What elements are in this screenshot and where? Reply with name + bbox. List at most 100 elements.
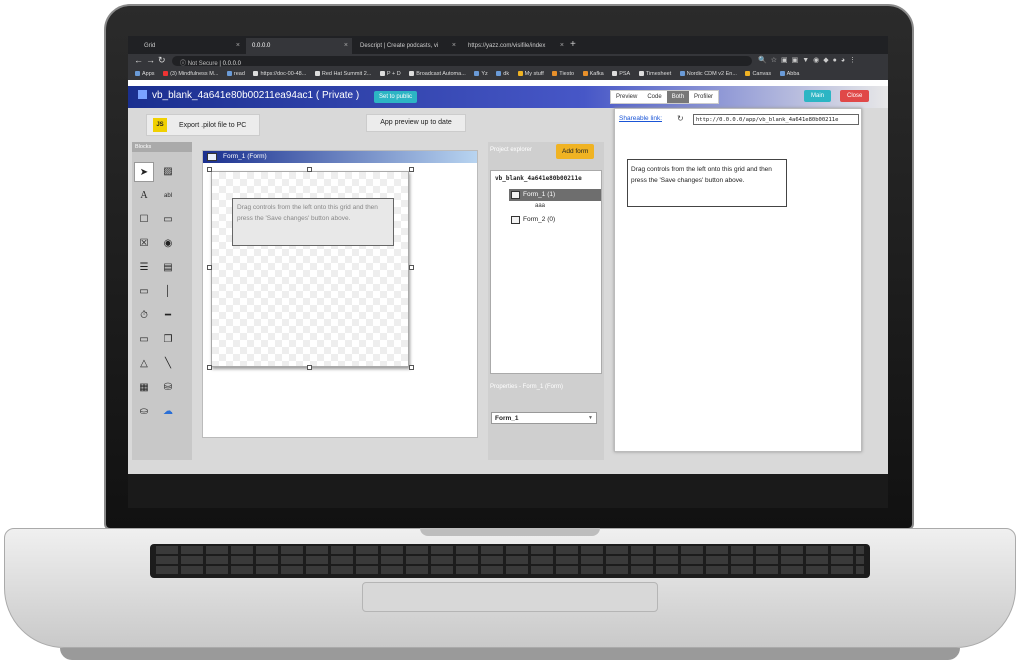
add-form-button[interactable]: Add form: [556, 144, 595, 159]
bookmarks-bar: Apps (3) Mindfulness M... read https://d…: [128, 68, 888, 80]
properties-panel: Properties - Form_1 (Form) Form_1 ▼: [488, 376, 604, 460]
tab-code[interactable]: Code: [642, 91, 666, 103]
line-thick-icon[interactable]: ━: [158, 306, 178, 326]
resize-handle[interactable]: [307, 167, 312, 172]
app-title: vb_blank_4a641e80b00211ea94ac1 ( Private…: [138, 90, 359, 101]
explorer-root[interactable]: vb_blank_4a641e80b00211e: [495, 175, 582, 182]
tab-profiler[interactable]: Profiler: [689, 91, 718, 103]
extension-icons[interactable]: 🔍☆▣▣▼◉◆●◕⋮: [758, 56, 860, 64]
bookmark[interactable]: Tiesto: [552, 68, 574, 80]
bookmark[interactable]: P + D: [379, 68, 401, 80]
close-icon[interactable]: ×: [452, 42, 456, 49]
view-tabs: Preview Code Both Profiler: [610, 90, 720, 104]
form-title: Form_1 (Form): [223, 153, 267, 160]
bookmark[interactable]: Timesheet: [638, 68, 671, 80]
bookmark[interactable]: Yz: [474, 68, 488, 80]
back-icon[interactable]: ←: [134, 55, 143, 65]
bookmark[interactable]: Red Hat Summit 2...: [314, 68, 371, 80]
app-header: vb_blank_4a641e80b00211ea94ac1 ( Private…: [128, 86, 888, 108]
line-icon[interactable]: ╲: [158, 354, 178, 374]
list-icon[interactable]: ☰: [134, 258, 154, 278]
close-icon[interactable]: ×: [560, 42, 564, 49]
tab-label: Descript | Create podcasts, vi: [360, 43, 439, 49]
browser-tab[interactable]: https://yazz.com/visifile/index ×: [462, 38, 568, 54]
close-box-icon[interactable]: ☒: [134, 234, 154, 254]
refresh-icon[interactable]: ↻: [677, 114, 684, 123]
properties-select[interactable]: Form_1 ▼: [491, 412, 597, 424]
bookmark[interactable]: PSA: [612, 68, 630, 80]
database-icon[interactable]: ⛁: [158, 378, 178, 398]
close-icon[interactable]: ×: [236, 42, 240, 49]
bookmark[interactable]: My stuff: [517, 68, 544, 80]
tab-label: https://yazz.com/visifile/index: [468, 43, 546, 49]
bookmark[interactable]: Kafka: [582, 68, 604, 80]
app-preview-status-button[interactable]: App preview up to date: [366, 114, 466, 132]
bookmark[interactable]: dk: [496, 68, 509, 80]
form-icon: [511, 216, 520, 224]
security-label: Not Secure: [187, 61, 218, 67]
pointer-icon[interactable]: ➤: [134, 162, 154, 182]
copy-icon[interactable]: ❐: [158, 330, 178, 350]
tab-both[interactable]: Both: [666, 91, 690, 103]
info-icon[interactable]: ⓘ: [180, 61, 186, 67]
slider-icon[interactable]: │: [158, 282, 178, 302]
set-public-button[interactable]: Set to public: [374, 91, 418, 103]
browser-tab-active[interactable]: 0.0.0.0 ×: [246, 38, 352, 54]
db-query-icon[interactable]: ⛀: [134, 402, 154, 422]
checkbox-icon[interactable]: ☐: [134, 210, 154, 230]
folder-icon[interactable]: ▭: [134, 330, 154, 350]
resize-handle[interactable]: [409, 167, 414, 172]
screen-bezel-bottom: [128, 474, 888, 508]
resize-handle[interactable]: [207, 167, 212, 172]
reload-icon[interactable]: ↻: [158, 55, 166, 66]
explorer-item-form-1[interactable]: Form_1 (1): [509, 189, 601, 201]
resize-handle[interactable]: [409, 265, 414, 270]
url-text: 0.0.0.0: [222, 61, 241, 67]
forward-icon[interactable]: →: [146, 55, 155, 65]
bookmark[interactable]: Abba: [779, 68, 799, 80]
address-bar[interactable]: ⓘ Not Secure | 0.0.0.0: [172, 56, 752, 67]
textbox-icon[interactable]: abl: [158, 186, 178, 206]
tab-preview[interactable]: Preview: [611, 91, 642, 103]
resize-handle[interactable]: [307, 365, 312, 370]
export-label: Export .pilot file to PC: [179, 122, 247, 129]
shapes-icon[interactable]: △: [134, 354, 154, 374]
new-tab-icon[interactable]: +: [570, 39, 576, 50]
bookmark[interactable]: Broadcast Automa...: [409, 68, 466, 80]
bookmark[interactable]: Nordic CDM v2 En...: [679, 68, 737, 80]
screen: Grid × 0.0.0.0 × Descript | Create podcast…: [128, 36, 888, 474]
browser-tab[interactable]: Descript | Create podcasts, vi ×: [354, 38, 460, 54]
browser-tab[interactable]: Grid ×: [138, 38, 244, 54]
bookmark[interactable]: https://doc-00-48...: [253, 68, 306, 80]
resize-handle[interactable]: [409, 365, 414, 370]
bookmark[interactable]: Canvas: [745, 68, 771, 80]
close-button[interactable]: Close: [840, 90, 870, 102]
share-url-field[interactable]: http://0.0.0.0/app/vb_blank_4a641e80b002…: [693, 114, 859, 125]
browser-tab-bar: Grid × 0.0.0.0 × Descript | Create podcast…: [128, 36, 888, 54]
cloud-icon[interactable]: ☁: [158, 402, 178, 422]
text-label-icon[interactable]: A: [134, 186, 154, 206]
timer-icon[interactable]: ⏱: [134, 306, 154, 326]
bookmark[interactable]: (3) Mindfulness M...: [163, 68, 218, 80]
close-icon[interactable]: ×: [344, 42, 348, 49]
project-explorer: Project explorer Add form vb_blank_4a641…: [488, 142, 604, 376]
laptop-frame: Grid × 0.0.0.0 × Descript | Create podcast…: [0, 0, 1020, 672]
image-icon[interactable]: ▨: [158, 162, 178, 182]
form-list-icon[interactable]: ▤: [158, 258, 178, 278]
explorer-item-form-2[interactable]: Form_2 (0): [509, 214, 601, 226]
button-icon[interactable]: ▭: [158, 210, 178, 230]
export-button[interactable]: JS Export .pilot file to PC: [146, 114, 260, 136]
keyboard: [150, 544, 870, 578]
explorer-sub-item[interactable]: aaa: [535, 203, 545, 209]
chart-icon[interactable]: ▦: [134, 378, 154, 398]
resize-handle[interactable]: [207, 365, 212, 370]
bookmark[interactable]: read: [226, 68, 245, 80]
radio-icon[interactable]: ◉: [158, 234, 178, 254]
progress-bar-icon[interactable]: ▭: [134, 282, 154, 302]
shareable-link[interactable]: Shareable link:: [619, 115, 662, 122]
design-grid[interactable]: Drag controls from the left onto this gr…: [211, 171, 409, 367]
resize-handle[interactable]: [207, 265, 212, 270]
main-button[interactable]: Main: [804, 90, 832, 102]
bookmark[interactable]: Apps: [135, 68, 155, 80]
design-hint: Drag controls from the left onto this gr…: [232, 198, 394, 246]
